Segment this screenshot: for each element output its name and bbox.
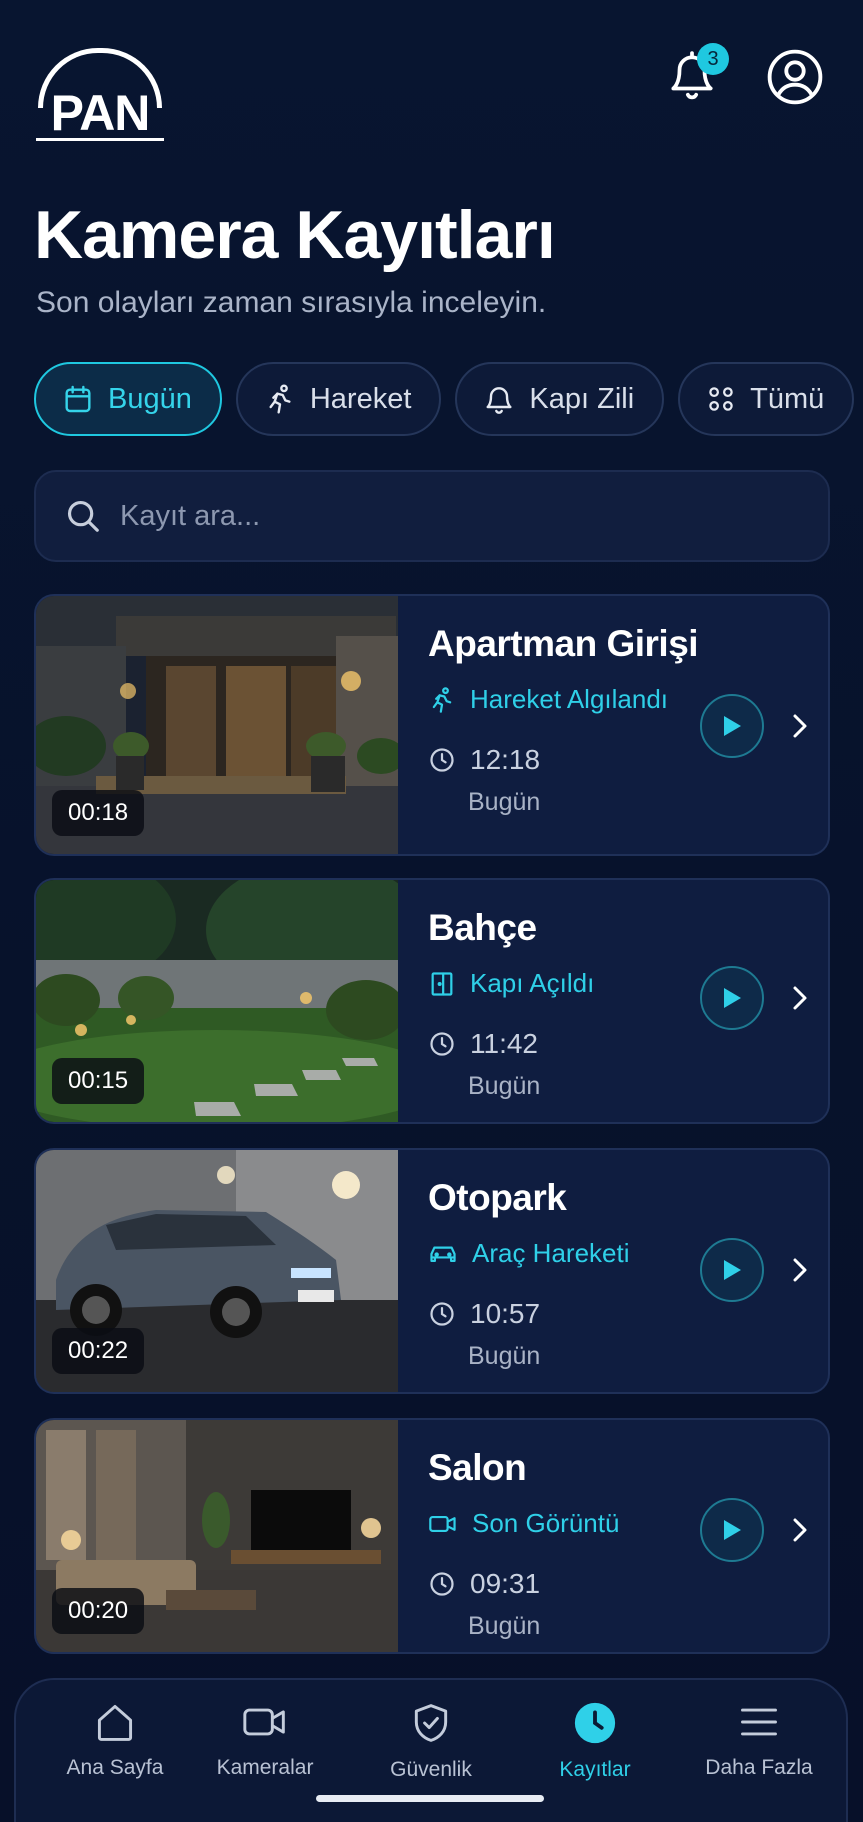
time-row: 11:42: [428, 1028, 538, 1060]
clock-icon: [430, 1572, 454, 1596]
running-person-icon: [432, 686, 452, 713]
camera-name: Salon: [428, 1447, 527, 1488]
chevron-right-icon[interactable]: [786, 706, 814, 746]
grid-icon: [709, 387, 733, 411]
search-bar: [34, 470, 830, 562]
nav-label: Kayıtlar: [559, 1758, 631, 1781]
event-label: Araç Hareketi: [428, 1238, 630, 1269]
page-title: Kamera Kayıtları: [34, 197, 556, 273]
search-icon: [67, 500, 99, 532]
nav-item-home[interactable]: Ana Sayfa: [40, 1700, 190, 1780]
video-camera-icon: [243, 1708, 285, 1736]
menu-icon: [741, 1708, 777, 1736]
shield-check-icon: [414, 1704, 448, 1742]
clock-icon: [430, 1302, 454, 1326]
recording-thumbnail[interactable]: 00:22: [36, 1150, 398, 1392]
nav-label: Ana Sayfa: [66, 1756, 164, 1779]
time-text: 10:57: [470, 1298, 541, 1329]
logo-text: PAN: [50, 85, 151, 141]
time-row: 09:31: [428, 1568, 540, 1600]
filter-chip-doorbell[interactable]: Kapı Zili: [455, 362, 665, 436]
event-text: Araç Hareketi: [472, 1238, 630, 1268]
play-button[interactable]: [700, 966, 764, 1030]
day-text: Bugün: [468, 788, 541, 816]
event-text: Kapı Açıldı: [470, 968, 595, 998]
video-camera-icon: [429, 1515, 456, 1532]
camera-name: Apartman Girişi: [428, 623, 699, 664]
play-button[interactable]: [700, 694, 764, 758]
play-icon: [724, 1260, 741, 1280]
nav-label: Güvenlik: [390, 1758, 472, 1781]
chevron-right-icon[interactable]: [786, 1510, 814, 1550]
home-indicator: [316, 1795, 544, 1802]
logo-underline: [36, 138, 164, 141]
brand-logo: PAN: [34, 48, 166, 144]
filter-chips: Bugün Hareket Kapı Zili Tümü: [34, 362, 855, 438]
clock-icon: [430, 1032, 454, 1056]
play-icon: [724, 988, 741, 1008]
recording-thumbnail[interactable]: 00:15: [36, 880, 398, 1122]
time-text: 11:42: [470, 1028, 538, 1059]
filter-chip-today[interactable]: Bugün: [34, 362, 222, 436]
filter-chip-label: Kapı Zili: [529, 382, 635, 415]
nav-label: Kameralar: [216, 1756, 314, 1779]
time-text: 09:31: [470, 1568, 541, 1599]
play-icon: [724, 716, 741, 736]
chevron-right-icon[interactable]: [786, 978, 814, 1018]
event-text: Son Görüntü: [472, 1508, 620, 1538]
duration-badge: 00:18: [52, 790, 145, 836]
event-text: Hareket Algılandı: [470, 684, 669, 714]
nav-label: Daha Fazla: [705, 1756, 813, 1779]
recording-card[interactable]: 00:20 Salon Son Görüntü 09:31 Bugün: [34, 1418, 830, 1654]
user-circle-icon: [767, 49, 823, 105]
time-row: 10:57: [428, 1298, 540, 1330]
filter-chip-label: Hareket: [309, 382, 412, 415]
nav-item-security[interactable]: Güvenlik: [356, 1700, 506, 1782]
time-text: 12:18: [470, 744, 541, 775]
filter-chip-all[interactable]: Tümü: [678, 362, 855, 436]
recording-thumbnail[interactable]: 00:20: [36, 1420, 398, 1652]
play-button[interactable]: [700, 1238, 764, 1302]
day-text: Bugün: [468, 1612, 541, 1640]
filter-chip-label: Tümü: [750, 382, 825, 415]
duration-badge: 00:22: [52, 1328, 145, 1374]
home-icon: [97, 1704, 133, 1741]
day-text: Bugün: [468, 1342, 541, 1370]
duration-badge: 00:15: [52, 1058, 145, 1104]
recording-card[interactable]: 00:18 Apartman Girişi Hareket Algılandı …: [34, 594, 830, 856]
nav-item-more[interactable]: Daha Fazla: [684, 1700, 834, 1780]
nav-item-cameras[interactable]: Kameralar: [190, 1700, 340, 1780]
event-label: Kapı Açıldı: [428, 968, 594, 999]
page-subtitle: Son olayları zaman sırasıyla inceleyin.: [36, 286, 547, 319]
recording-card[interactable]: 00:22 Otopark Araç Hareketi 10:57 Bugün: [34, 1148, 830, 1394]
event-label: Son Görüntü: [428, 1508, 619, 1539]
calendar-icon: [65, 385, 91, 413]
duration-badge: 00:20: [52, 1588, 145, 1634]
recording-card[interactable]: 00:15 Bahçe Kapı Açıldı 11:42 Bugün: [34, 878, 830, 1124]
notification-badge: 3: [697, 43, 729, 75]
time-row: 12:18: [428, 744, 540, 776]
bell-icon: [486, 387, 512, 414]
event-label: Hareket Algılandı: [428, 684, 668, 715]
search-input[interactable]: [120, 499, 800, 533]
profile-button[interactable]: [766, 48, 824, 106]
chevron-right-icon[interactable]: [786, 1250, 814, 1290]
clock-icon: [574, 1702, 616, 1744]
filter-chip-motion[interactable]: Hareket: [235, 362, 442, 436]
clock-icon: [430, 748, 454, 772]
camera-name: Bahçe: [428, 907, 537, 948]
camera-recordings-screen: PAN 3 Kamera Kayıtları Son olayları zama…: [0, 0, 863, 1822]
day-text: Bugün: [468, 1072, 541, 1100]
camera-name: Otopark: [428, 1177, 567, 1218]
play-icon: [724, 1520, 741, 1540]
nav-item-recordings[interactable]: Kayıtlar: [520, 1700, 670, 1782]
filter-chip-label: Bugün: [108, 382, 192, 415]
door-icon: [431, 971, 453, 996]
play-button[interactable]: [700, 1498, 764, 1562]
running-person-icon: [269, 384, 291, 414]
recording-thumbnail[interactable]: 00:18: [36, 596, 398, 854]
car-icon: [430, 1246, 456, 1262]
